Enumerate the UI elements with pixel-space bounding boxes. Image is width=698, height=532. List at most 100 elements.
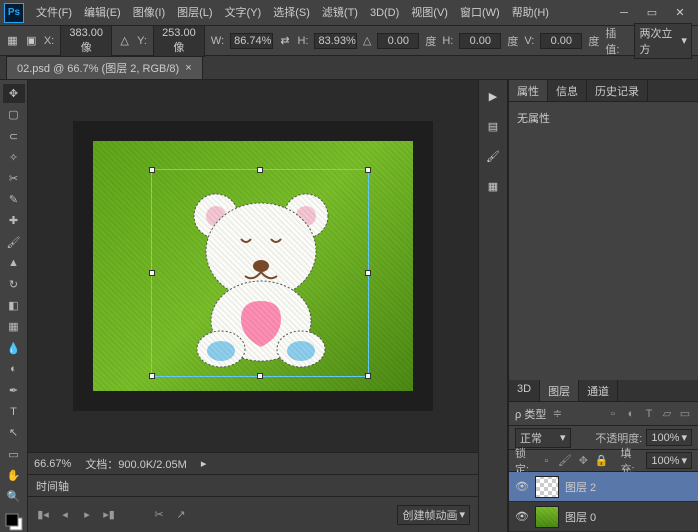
path-tool[interactable]: ↖ bbox=[3, 423, 25, 442]
filter-type-icon[interactable]: T bbox=[642, 407, 656, 421]
close-tab-icon[interactable]: × bbox=[185, 62, 191, 74]
menu-item[interactable]: 编辑(E) bbox=[78, 0, 127, 26]
history-icon[interactable]: ▤ bbox=[483, 116, 503, 136]
menu-item[interactable]: 窗口(W) bbox=[454, 0, 506, 26]
hand-tool[interactable]: ✋ bbox=[3, 466, 25, 485]
document-tab[interactable]: 02.psd @ 66.7% (图层 2, RGB/8) × bbox=[6, 56, 203, 79]
crop-tool[interactable]: ✂ bbox=[3, 169, 25, 188]
canvas-area[interactable] bbox=[28, 80, 478, 452]
marquee-tool[interactable]: ▢ bbox=[3, 105, 25, 124]
lock-all-icon[interactable]: 🔒 bbox=[595, 454, 609, 468]
w-field[interactable]: 86.74% bbox=[230, 33, 272, 49]
opacity-field[interactable]: 100%▾ bbox=[646, 429, 692, 446]
eraser-tool[interactable]: ◧ bbox=[3, 296, 25, 315]
heal-tool[interactable]: ✚ bbox=[3, 211, 25, 230]
layer-name[interactable]: 图层 0 bbox=[565, 509, 596, 525]
layer-list: 👁 图层 2 👁 图层 0 bbox=[509, 472, 698, 532]
tl-prev-icon[interactable]: ◂ bbox=[58, 508, 72, 522]
layer-row[interactable]: 👁 图层 2 bbox=[509, 472, 698, 502]
panel-tab[interactable]: 属性 bbox=[509, 80, 548, 101]
visibility-icon[interactable]: 👁 bbox=[515, 510, 529, 523]
zoom-tool[interactable]: 🔍 bbox=[3, 487, 25, 506]
gradient-tool[interactable]: ▦ bbox=[3, 317, 25, 336]
canvas[interactable] bbox=[93, 141, 413, 391]
layer-thumb[interactable] bbox=[535, 476, 559, 498]
menu-item[interactable]: 3D(D) bbox=[364, 0, 405, 26]
handle-w[interactable] bbox=[149, 270, 155, 276]
stamp-tool[interactable]: ▲ bbox=[3, 254, 25, 273]
brush-panel-icon[interactable]: 🖌 bbox=[483, 146, 503, 166]
tl-arrow-icon[interactable]: ↗ bbox=[174, 508, 188, 522]
handle-ne[interactable] bbox=[365, 167, 371, 173]
panel-tab[interactable]: 历史记录 bbox=[587, 80, 648, 101]
wand-tool[interactable]: ✧ bbox=[3, 148, 25, 167]
play-icon[interactable]: ▶ bbox=[483, 86, 503, 106]
panel-tab[interactable]: 通道 bbox=[579, 380, 618, 401]
swatch-panel-icon[interactable]: ▦ bbox=[483, 176, 503, 196]
transform-box[interactable] bbox=[151, 169, 369, 377]
y-field[interactable]: 253.00 像 bbox=[153, 25, 205, 57]
handle-n[interactable] bbox=[257, 167, 263, 173]
blur-tool[interactable]: 💧 bbox=[3, 338, 25, 357]
zoom-level[interactable]: 66.67% bbox=[34, 458, 71, 470]
status-arrow-icon[interactable]: ▸ bbox=[201, 457, 207, 470]
filter-smart-icon[interactable]: ▭ bbox=[678, 407, 692, 421]
interp-dropdown[interactable]: 两次立方▾ bbox=[634, 23, 692, 59]
menu-item[interactable]: 视图(V) bbox=[405, 0, 454, 26]
x-field[interactable]: 383.00 像 bbox=[60, 25, 112, 57]
panel-tab[interactable]: 图层 bbox=[540, 380, 579, 401]
fill-field[interactable]: 100%▾ bbox=[646, 452, 692, 469]
history-brush-tool[interactable]: ↻ bbox=[3, 275, 25, 294]
swap-xy-icon[interactable]: △ bbox=[118, 34, 131, 48]
skewh-field[interactable]: 0.00 bbox=[459, 33, 501, 49]
menu-item[interactable]: 文件(F) bbox=[30, 0, 78, 26]
menu-item[interactable]: 帮助(H) bbox=[506, 0, 555, 26]
minimize-button[interactable]: ─ bbox=[610, 4, 638, 22]
handle-se[interactable] bbox=[365, 373, 371, 379]
filter-adj-icon[interactable]: ◐ bbox=[624, 407, 638, 421]
menu-item[interactable]: 滤镜(T) bbox=[316, 0, 364, 26]
brush-tool[interactable]: 🖌 bbox=[3, 232, 25, 251]
filter-dd-icon[interactable]: ≑ bbox=[550, 407, 564, 421]
lock-pos-icon[interactable]: ✥ bbox=[578, 454, 589, 468]
filter-pixel-icon[interactable]: ▫ bbox=[606, 407, 620, 421]
move-tool[interactable]: ✥ bbox=[3, 84, 25, 103]
layer-name[interactable]: 图层 2 bbox=[565, 479, 596, 495]
link-wh-icon[interactable]: ⇄ bbox=[279, 34, 292, 48]
h-field[interactable]: 83.93% bbox=[314, 33, 356, 49]
layer-row[interactable]: 👁 图层 0 bbox=[509, 502, 698, 532]
panel-tab[interactable]: 3D bbox=[509, 380, 540, 401]
handle-sw[interactable] bbox=[149, 373, 155, 379]
eyedropper-tool[interactable]: ✎ bbox=[3, 190, 25, 209]
pen-tool[interactable]: ✒ bbox=[3, 381, 25, 400]
type-tool[interactable]: T bbox=[3, 402, 25, 421]
skewv-field[interactable]: 0.00 bbox=[540, 33, 582, 49]
handle-nw[interactable] bbox=[149, 167, 155, 173]
lock-pixel-icon[interactable]: 🖌 bbox=[558, 454, 572, 468]
maximize-button[interactable]: ▭ bbox=[638, 4, 666, 22]
filter-shape-icon[interactable]: ▱ bbox=[660, 407, 674, 421]
handle-e[interactable] bbox=[365, 270, 371, 276]
tl-next-icon[interactable]: ▸▮ bbox=[102, 508, 116, 522]
doc-info[interactable]: 文档：900.0K/2.05M bbox=[85, 456, 187, 472]
panel-tab[interactable]: 信息 bbox=[548, 80, 587, 101]
tl-first-icon[interactable]: ▮◂ bbox=[36, 508, 50, 522]
reference-point-icon[interactable]: ▣ bbox=[25, 34, 38, 48]
menu-item[interactable]: 文字(Y) bbox=[219, 0, 268, 26]
menu-item[interactable]: 选择(S) bbox=[267, 0, 316, 26]
close-button[interactable]: ✕ bbox=[666, 4, 694, 22]
layer-thumb[interactable] bbox=[535, 506, 559, 528]
tl-cut-icon[interactable]: ✂ bbox=[152, 508, 166, 522]
lasso-tool[interactable]: ⊂ bbox=[3, 126, 25, 145]
angle-field[interactable]: 0.00 bbox=[377, 33, 419, 49]
visibility-icon[interactable]: 👁 bbox=[515, 480, 529, 493]
color-swatch[interactable] bbox=[3, 512, 25, 532]
handle-s[interactable] bbox=[257, 373, 263, 379]
menu-item[interactable]: 图像(I) bbox=[127, 0, 171, 26]
timeline-create-button[interactable]: 创建帧动画▾ bbox=[397, 505, 470, 525]
menu-item[interactable]: 图层(L) bbox=[171, 0, 218, 26]
tl-play-icon[interactable]: ▸ bbox=[80, 508, 94, 522]
shape-tool[interactable]: ▭ bbox=[3, 444, 25, 463]
lock-trans-icon[interactable]: ▫ bbox=[541, 454, 552, 468]
dodge-tool[interactable]: ◐ bbox=[3, 360, 25, 379]
